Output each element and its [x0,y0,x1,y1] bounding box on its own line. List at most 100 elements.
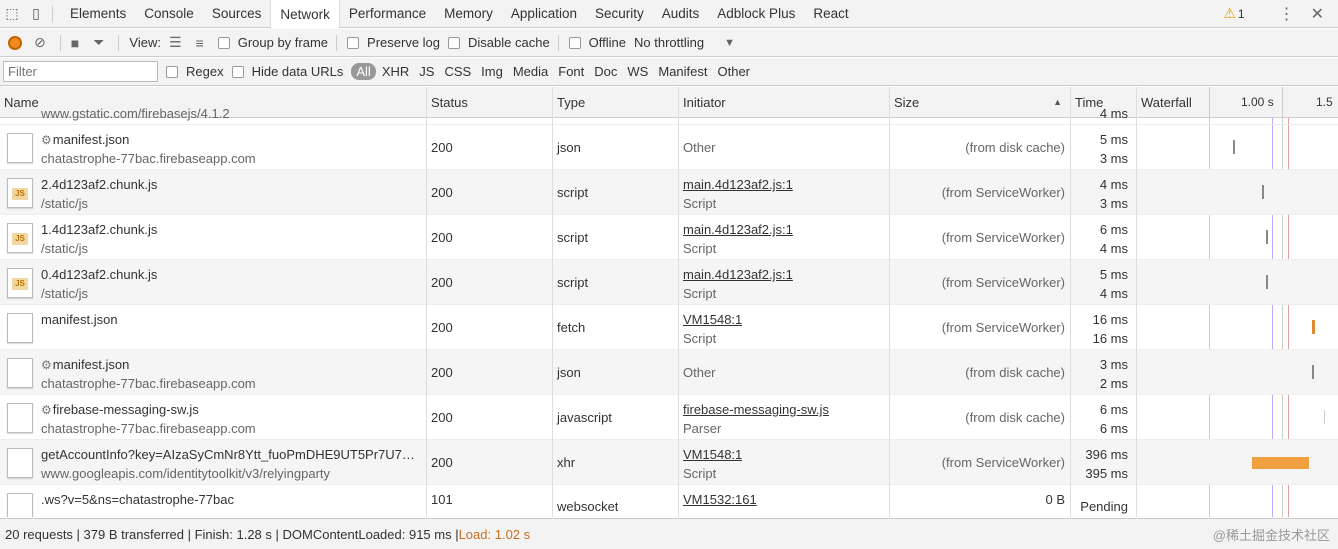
tab-adblock-plus[interactable]: Adblock Plus [708,0,804,28]
file-icon [7,133,33,163]
disable-cache-checkbox[interactable]: Disable cache [448,35,550,50]
tab-security[interactable]: Security [586,0,653,28]
request-name: getAccountInfo?key=AIzaSyCmNr8Ytt_fuoPmD… [41,447,415,462]
filter-input[interactable] [3,61,158,82]
hide-data-urls-checkbox[interactable]: Hide data URLs [231,64,344,79]
filter-type-manifest[interactable]: Manifest [654,63,711,80]
latency-value: 2 ms [1099,376,1128,391]
table-row[interactable]: ⚙manifest.json chatastrophe-77bac.firebas… [0,350,1338,395]
group-by-frame-checkbox[interactable]: Group by frame [217,35,329,50]
device-toolbar-icon[interactable]: ▯ [24,0,48,28]
tab-elements[interactable]: Elements [61,0,135,28]
tab-console[interactable]: Console [135,0,203,28]
time-cell: 5 ms 3 ms [1071,125,1137,170]
initiator-type: Script [683,196,717,211]
initiator-link[interactable]: firebase-messaging-sw.js [683,402,829,417]
close-icon[interactable]: ✕ [1311,4,1324,24]
latency-value: 6 ms [1099,421,1128,436]
regex-checkbox[interactable]: Regex [166,64,224,79]
type-cell: json [553,125,679,170]
filter-type-other[interactable]: Other [714,63,755,80]
status-cell: 200 [427,350,553,395]
tab-network[interactable]: Network [270,0,340,29]
request-path: www.googleapis.com/identitytoolkit/v3/re… [41,466,331,481]
table-row[interactable]: www.gstatic.com/firebasejs/4.1.2 4 ms [0,87,1338,125]
resource-type: script [557,230,589,245]
table-row[interactable]: .ws?v=5&ns=chatastrophe-77bac 101 websocke… [0,485,1338,517]
screenshot-icon[interactable]: ■ [71,35,79,51]
table-row[interactable]: 2.4d123af2.chunk.js/static/js 200 script ma… [0,170,1338,215]
filter-type-js[interactable]: JS [415,63,438,80]
initiator-link[interactable]: VM1548:1 [683,447,742,462]
status-code: 200 [431,140,453,155]
waterfall-bar [1312,320,1315,334]
filter-type-doc[interactable]: Doc [590,63,621,80]
request-path: chatastrophe-77bac.firebaseapp.com [41,376,256,391]
resource-type: fetch [557,320,586,335]
latency-value: 3 ms [1099,196,1128,211]
time-cell: 4 ms 3 ms [1071,170,1137,215]
status-code: 200 [431,275,453,290]
size-cell: (from ServiceWorker) [890,215,1071,260]
preserve-log-checkbox[interactable]: Preserve log [347,35,440,50]
filter-type-media[interactable]: Media [509,63,552,80]
table-row[interactable]: ⚙firebase-messaging-sw.js chatastrophe-77… [0,395,1338,440]
hide-data-urls-label: Hide data URLs [251,64,344,79]
name-cell: www.gstatic.com/firebasejs/4.1.2 [0,87,427,125]
tab-performance[interactable]: Performance [340,0,435,28]
filter-type-all[interactable]: All [351,63,376,80]
name-cell: ⚙firebase-messaging-sw.js chatastrophe-77… [0,395,427,440]
warning-indicator[interactable]: ⚠ 1 [1223,5,1244,22]
initiator-cell: VM1548:1 Script [679,305,890,350]
tab-application[interactable]: Application [502,0,586,28]
initiator-link[interactable]: main.4d123af2.js:1 [683,267,793,282]
time-value: 6 ms [1099,402,1128,417]
initiator-link[interactable]: VM1548:1 [683,312,742,327]
file-icon [7,448,33,478]
initiator-text: Other [683,140,716,155]
inspect-element-icon[interactable]: ⬚ [0,0,24,28]
type-cell: javascript [553,395,679,440]
group-by-frame-label: Group by frame [237,35,329,50]
request-name: ⚙firebase-messaging-sw.js [41,402,199,417]
initiator-link[interactable]: main.4d123af2.js:1 [683,177,793,192]
toolbar-divider [557,34,559,51]
record-button[interactable] [8,35,22,50]
more-options-icon[interactable]: ⋮ [1279,4,1295,24]
filter-type-img[interactable]: Img [477,63,507,80]
waterfall-bar [1233,140,1235,154]
request-path: chatastrophe-77bac.firebaseapp.com [41,421,256,436]
gear-icon: ⚙ [41,358,52,372]
initiator-type: Script [683,241,717,256]
latency-value: 395 ms [1085,466,1128,481]
filter-type-ws[interactable]: WS [623,63,652,80]
status-cell: 200 [427,170,553,215]
table-row[interactable]: manifest.json 200 fetch VM1548:1 Script (from… [0,305,1338,350]
js-file-icon [7,268,33,298]
tab-react[interactable]: React [804,0,857,28]
status-cell: 200 [427,260,553,305]
throttling-caret-icon[interactable]: ▼ [724,37,735,49]
tab-memory[interactable]: Memory [435,0,502,28]
table-row[interactable]: 0.4d123af2.chunk.js/static/js 200 script ma… [0,260,1338,305]
table-row[interactable]: getAccountInfo?key=AIzaSyCmNr8Ytt_fuoPmD… [0,440,1338,485]
filter-type-xhr[interactable]: XHR [378,63,413,80]
clear-icon[interactable]: ⊘ [34,34,46,51]
large-rows-icon[interactable]: ☰ [169,34,182,51]
overview-icon[interactable]: ≡ [196,35,204,51]
filter-type-css[interactable]: CSS [440,63,475,80]
filter-type-font[interactable]: Font [554,63,588,80]
filter-icon[interactable]: ⏷ [93,34,104,51]
initiator-link[interactable]: main.4d123af2.js:1 [683,222,793,237]
request-path: chatastrophe-77bac.firebaseapp.com [41,151,256,166]
size-value: (from ServiceWorker) [941,275,1065,290]
table-row[interactable]: ⚙manifest.json chatastrophe-77bac.firebas… [0,125,1338,170]
throttling-select[interactable]: No throttling [634,35,704,50]
tab-audits[interactable]: Audits [653,0,709,28]
time-cell: 5 ms 4 ms [1071,260,1137,305]
tab-sources[interactable]: Sources [203,0,271,28]
offline-checkbox[interactable]: Offline [568,35,626,50]
table-row[interactable]: 1.4d123af2.chunk.js/static/js 200 script ma… [0,215,1338,260]
initiator-link[interactable]: VM1532:161 [683,492,757,507]
network-summary-bar: 20 requests | 379 B transferred | Finish… [0,518,1338,549]
